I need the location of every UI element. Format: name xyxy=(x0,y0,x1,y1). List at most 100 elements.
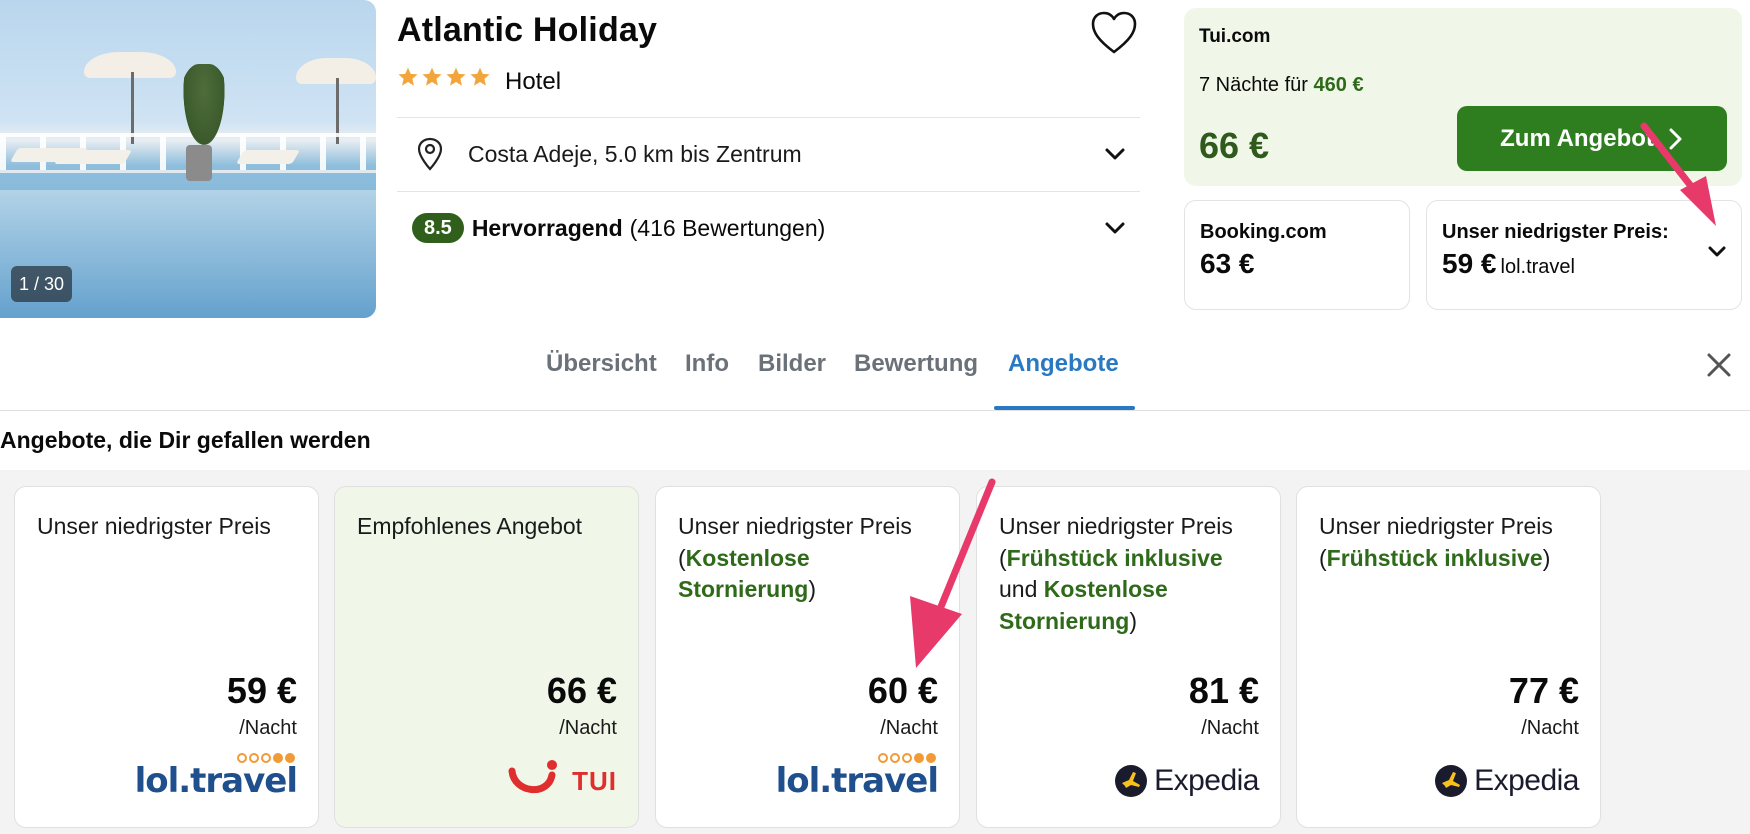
offer-label-text: ) xyxy=(1129,607,1138,634)
rating-row[interactable]: 8.5 Hervorragend (416 Bewertungen) xyxy=(397,193,1140,263)
logo-text: TUI xyxy=(572,765,617,796)
chevron-right-icon xyxy=(1669,128,1682,149)
expedia-plane-icon xyxy=(1115,765,1148,797)
offer-feature: Kostenlose Stornierung xyxy=(678,544,810,603)
offer-feature: Frühstück inklusive xyxy=(1326,544,1543,571)
offer-price-unit: /Nacht xyxy=(239,717,297,739)
star-rating xyxy=(397,66,491,88)
tui-logo: TUI xyxy=(508,759,617,803)
lol-travel-logo: lol.travel xyxy=(775,753,939,801)
tab-bilder[interactable]: Bilder xyxy=(758,350,826,378)
close-icon[interactable] xyxy=(1704,350,1734,380)
offer-label: Unser niedrigster Preis (Kostenlose Stor… xyxy=(678,511,941,606)
lowest-price-card[interactable]: Unser niedrigster Preis: 59 € lol.travel xyxy=(1426,200,1742,310)
offer-label-text: Unser niedrigster Preis xyxy=(37,513,271,539)
hotel-photo[interactable]: 1 / 30 xyxy=(0,0,376,318)
chevron-down-icon[interactable] xyxy=(1102,215,1128,241)
tab-bewertung[interactable]: Bewertung xyxy=(854,350,978,378)
lowest-price: 59 € xyxy=(1442,248,1497,279)
star-icon xyxy=(398,67,418,86)
star-icon xyxy=(470,67,490,86)
logo-text: lol.travel xyxy=(134,761,298,801)
offer-label: Empfohlenes Angebot xyxy=(357,511,620,543)
map-pin-icon xyxy=(417,137,443,171)
offers-section-title: Angebote, die Dir gefallen werden xyxy=(0,427,371,453)
offer-label: Unser niedrigster Preis xyxy=(37,511,300,543)
offer-price-unit: /Nacht xyxy=(880,717,938,739)
offer-provider-logo: Expedia xyxy=(1434,755,1579,807)
chevron-down-icon[interactable] xyxy=(1102,141,1128,167)
offer-price: 59 € xyxy=(226,670,297,711)
offer-price-unit: /Nacht xyxy=(1521,717,1579,739)
chevron-down-icon[interactable] xyxy=(1705,239,1729,263)
lowest-price-provider: lol.travel xyxy=(1500,256,1575,278)
tab-bar: Übersicht Info Bilder Bewertung Angebote xyxy=(0,318,1750,411)
location-row[interactable]: Costa Adeje, 5.0 km bis Zentrum xyxy=(397,119,1140,189)
nights-prefix: 7 Nächte für xyxy=(1199,74,1308,96)
umbrella-shape xyxy=(84,52,176,78)
star-icon xyxy=(422,67,442,86)
featured-price: 66 € xyxy=(1199,125,1270,166)
rating-count: (416 Bewertungen) xyxy=(629,214,826,241)
offer-price: 81 € xyxy=(1188,670,1259,711)
rating-word: Hervorragend xyxy=(471,214,623,241)
divider xyxy=(397,191,1140,192)
offer-card[interactable]: Unser niedrigster Preis (Frühstück inklu… xyxy=(976,486,1281,828)
offer-card[interactable]: Unser niedrigster Preis 59 € /Nacht lol.tra… xyxy=(14,486,319,828)
location-text: Costa Adeje, 5.0 km bis Zentrum xyxy=(468,140,802,167)
tui-smile-icon xyxy=(508,760,558,794)
logo-text: Expedia xyxy=(1474,764,1579,797)
offer-card[interactable]: Unser niedrigster Preis (Kostenlose Stor… xyxy=(655,486,960,828)
expedia-logo: Expedia xyxy=(1434,764,1579,798)
logo-text: lol.travel xyxy=(775,761,939,801)
featured-price-card[interactable]: Tui.com 7 Nächte für 460 € 66 € Zum Ange… xyxy=(1184,8,1742,186)
tab-info[interactable]: Info xyxy=(685,350,729,378)
plant-shape xyxy=(180,64,228,154)
lol-travel-logo: lol.travel xyxy=(134,753,298,801)
divider xyxy=(397,117,1140,118)
nights-summary: 7 Nächte für 460 € xyxy=(1199,74,1364,97)
offer-price: 66 € xyxy=(546,670,617,711)
alt-price-card[interactable]: Booking.com 63 € xyxy=(1184,200,1410,310)
offer-provider-logo: lol.travel xyxy=(134,753,298,807)
star-icon xyxy=(446,67,466,86)
offer-price-unit: /Nacht xyxy=(1201,717,1259,739)
hotel-title[interactable]: Atlantic Holiday xyxy=(397,11,657,50)
photo-counter: 1 / 30 xyxy=(11,266,73,302)
alt-provider: Booking.com xyxy=(1200,221,1327,243)
offer-provider-logo: TUI xyxy=(508,755,617,807)
expedia-plane-icon xyxy=(1435,765,1468,797)
expedia-logo: Expedia xyxy=(1114,764,1259,798)
lowest-price-label: Unser niedrigster Preis: xyxy=(1442,221,1669,243)
score-badge: 8.5 xyxy=(412,213,464,243)
offer-label: Unser niedrigster Preis (Frühstück inklu… xyxy=(999,511,1262,637)
lowest-price-value: 59 € lol.travel xyxy=(1442,248,1575,280)
plant-pot-shape xyxy=(186,145,212,181)
offer-label: Unser niedrigster Preis (Frühstück inklu… xyxy=(1319,511,1582,574)
offer-label-text: und xyxy=(999,576,1044,602)
offer-card[interactable]: Empfohlenes Angebot 66 € /Nacht TUI xyxy=(334,486,639,828)
offer-feature: Frühstück inklusive xyxy=(1006,544,1223,571)
hotel-type: Hotel xyxy=(505,68,562,95)
nights-total: 460 € xyxy=(1313,74,1364,96)
lounger-shape xyxy=(53,150,133,164)
tab-uebersicht[interactable]: Übersicht xyxy=(546,350,657,378)
offer-price: 60 € xyxy=(867,670,938,711)
offer-price-unit: /Nacht xyxy=(559,717,617,739)
to-offer-button[interactable]: Zum Angebot xyxy=(1457,106,1727,171)
offer-label-text: ) xyxy=(808,576,817,602)
heart-icon[interactable] xyxy=(1090,10,1138,56)
offer-provider-logo: Expedia xyxy=(1114,755,1259,807)
offer-provider-logo: lol.travel xyxy=(775,753,939,807)
offer-label-text: Empfohlenes Angebot xyxy=(357,513,583,539)
lounger-shape xyxy=(235,150,301,164)
featured-provider: Tui.com xyxy=(1199,26,1271,47)
offer-card[interactable]: Unser niedrigster Preis (Frühstück inklu… xyxy=(1296,486,1601,828)
offer-price: 77 € xyxy=(1508,670,1579,711)
active-tab-indicator xyxy=(994,406,1135,410)
to-offer-label: Zum Angebot xyxy=(1500,124,1654,152)
tab-angebote[interactable]: Angebote xyxy=(1008,350,1119,378)
alt-price: 63 € xyxy=(1200,248,1255,279)
offer-label-text: ) xyxy=(1542,544,1551,571)
logo-text: Expedia xyxy=(1154,764,1259,797)
